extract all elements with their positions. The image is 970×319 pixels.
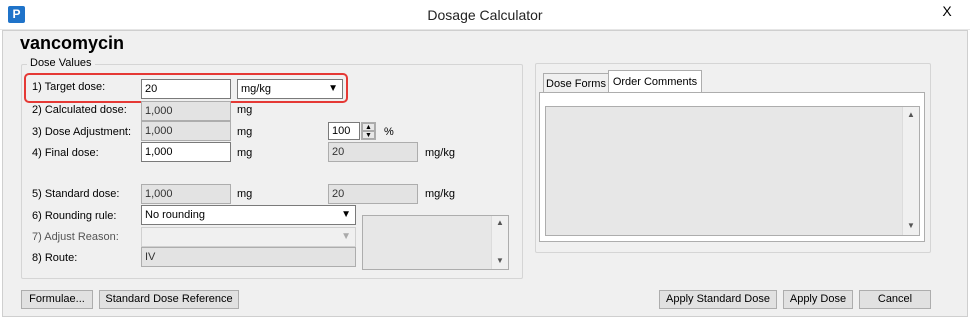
order-comments-textarea[interactable]: ▲ ▼ xyxy=(545,106,920,236)
target-dose-input[interactable]: 20 xyxy=(141,79,231,99)
dose-percent-spinner[interactable]: ▲ ▼ xyxy=(361,122,376,140)
apply-standard-dose-button[interactable]: Apply Standard Dose xyxy=(659,290,777,309)
standard-dose-per-kg-unit: mg/kg xyxy=(425,188,455,200)
order-comments-scrollbar[interactable]: ▲ ▼ xyxy=(902,107,919,235)
calculated-dose-field: 1,000 xyxy=(141,101,231,121)
drug-name: vancomycin xyxy=(20,33,125,53)
adjust-reason-label: 7) Adjust Reason: xyxy=(32,231,119,243)
adjust-reason-select[interactable]: ▼ xyxy=(141,227,356,247)
chevron-down-icon: ▼ xyxy=(341,209,351,220)
final-dose-unit: mg xyxy=(237,147,253,159)
apply-dose-button[interactable]: Apply Dose xyxy=(783,290,853,309)
cancel-button[interactable]: Cancel xyxy=(859,290,931,309)
route-label: 8) Route: xyxy=(32,252,78,264)
percent-sign: % xyxy=(384,126,394,138)
standard-dose-unit: mg xyxy=(237,188,253,200)
chevron-down-icon: ▼ xyxy=(341,231,351,242)
scroll-down-icon[interactable]: ▼ xyxy=(903,221,919,230)
calculated-dose-unit: mg xyxy=(237,104,253,116)
standard-dose-field: 1,000 xyxy=(141,184,231,204)
comment-scrollbar[interactable]: ▲ ▼ xyxy=(491,216,508,269)
spin-up-icon[interactable]: ▲ xyxy=(362,123,375,131)
standard-dose-reference-button[interactable]: Standard Dose Reference xyxy=(99,290,239,309)
dose-adjustment-unit: mg xyxy=(237,126,253,138)
tab-dose-forms[interactable]: Dose Forms xyxy=(543,73,609,94)
standard-dose-label: 5) Standard dose: xyxy=(32,188,120,200)
target-dose-label: 1) Target dose: xyxy=(32,81,106,93)
dose-percent-input[interactable]: 100 xyxy=(328,122,360,140)
dose-adjustment-field: 1,000 xyxy=(141,121,231,141)
final-dose-per-kg-unit: mg/kg xyxy=(425,147,455,159)
calculated-dose-label: 2) Calculated dose: xyxy=(32,104,127,116)
spin-down-icon[interactable]: ▼ xyxy=(362,131,375,139)
rounding-rule-select[interactable]: No rounding ▼ xyxy=(141,205,356,225)
target-dose-unit-value: mg/kg xyxy=(241,83,271,95)
final-dose-per-kg-field: 20 xyxy=(328,142,418,162)
window-title: Dosage Calculator xyxy=(427,7,543,23)
chevron-down-icon: ▼ xyxy=(328,83,338,94)
formulae-button[interactable]: Formulae... xyxy=(21,290,93,309)
scroll-down-icon[interactable]: ▼ xyxy=(492,256,508,265)
final-dose-label: 4) Final dose: xyxy=(32,147,99,159)
tab-order-comments[interactable]: Order Comments xyxy=(608,70,702,93)
scroll-up-icon[interactable]: ▲ xyxy=(492,218,508,227)
adjust-reason-comment[interactable]: ▲ ▼ xyxy=(362,215,509,270)
standard-dose-per-kg-field: 20 xyxy=(328,184,418,204)
route-field: IV xyxy=(141,247,356,267)
dose-values-legend: Dose Values xyxy=(27,57,95,69)
final-dose-input[interactable]: 1,000 xyxy=(141,142,231,162)
rounding-rule-value: No rounding xyxy=(145,209,205,221)
order-comments-box: ▲ ▼ xyxy=(539,92,925,242)
close-button[interactable]: X xyxy=(930,0,964,22)
dose-adjustment-label: 3) Dose Adjustment: xyxy=(32,126,132,138)
target-dose-unit-select[interactable]: mg/kg ▼ xyxy=(237,79,343,99)
rounding-rule-label: 6) Rounding rule: xyxy=(32,210,117,222)
scroll-up-icon[interactable]: ▲ xyxy=(903,110,919,119)
